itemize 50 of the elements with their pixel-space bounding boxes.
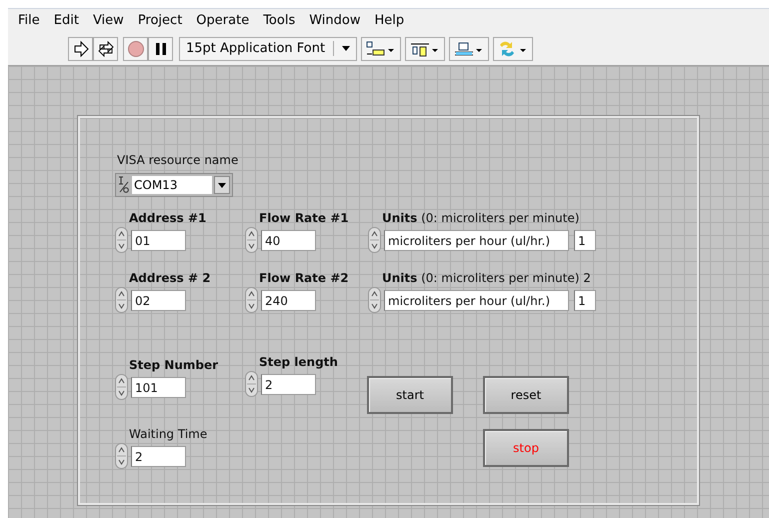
control-label: VISA resource name: [116, 153, 238, 167]
control-label: Address #1: [128, 211, 206, 225]
control-label: Units (0: microliters per minute) 2: [381, 271, 592, 285]
control-label: Address # 2: [128, 271, 211, 285]
menu-item[interactable]: Edit: [46, 13, 86, 28]
menu-item[interactable]: View: [86, 13, 131, 28]
numeric-field[interactable]: 101: [131, 376, 186, 398]
panel-button[interactable]: reset: [483, 376, 569, 414]
index-display: 1: [574, 230, 596, 250]
pause-icon[interactable]: [148, 36, 173, 60]
numeric-field[interactable]: 240: [261, 290, 316, 310]
caret-icon[interactable]: [342, 46, 350, 51]
increment-decrement-icon[interactable]: [368, 227, 381, 253]
increment-decrement-icon[interactable]: [115, 287, 128, 313]
control-label: Units (0: microliters per minute): [381, 211, 580, 225]
resize-icon[interactable]: [449, 36, 490, 60]
menu-item[interactable]: Project: [130, 13, 190, 28]
numeric-field[interactable]: 2: [131, 446, 186, 466]
increment-decrement-icon[interactable]: [245, 227, 258, 253]
control-label: Waiting Time: [128, 427, 208, 441]
run-continuously-icon[interactable]: [93, 36, 118, 60]
menu-item[interactable]: Operate: [189, 13, 256, 28]
font-dropdown[interactable]: 15pt Application Font: [179, 36, 358, 60]
numeric-field[interactable]: 40: [261, 230, 316, 250]
ring-selector[interactable]: microliters per hour (ul/hr.): [384, 230, 569, 250]
menu-item[interactable]: File: [11, 13, 47, 28]
align-icon[interactable]: [361, 36, 402, 60]
resource-dropdown[interactable]: COM13: [115, 173, 233, 197]
panel-button[interactable]: start: [367, 376, 453, 414]
control-label: Flow Rate #2: [258, 271, 349, 285]
numeric-field[interactable]: 2: [261, 374, 316, 394]
numeric-field[interactable]: 01: [131, 230, 186, 250]
distribute-icon[interactable]: [405, 36, 446, 60]
increment-decrement-icon[interactable]: [245, 371, 258, 397]
increment-decrement-icon[interactable]: [245, 287, 258, 313]
control-label: Flow Rate #1: [258, 211, 349, 225]
menu-item[interactable]: Window: [302, 13, 368, 28]
control-label: Step length: [258, 355, 338, 369]
index-display: 1: [574, 290, 596, 310]
dropdown-caret-icon[interactable]: [214, 176, 230, 194]
control-label: Step Number: [128, 358, 218, 372]
increment-decrement-icon[interactable]: [115, 443, 128, 469]
menu-item[interactable]: Tools: [256, 13, 302, 28]
increment-decrement-icon[interactable]: [115, 374, 128, 400]
menu-item[interactable]: Help: [367, 13, 412, 28]
ring-selector[interactable]: microliters per hour (ul/hr.): [384, 290, 569, 310]
increment-decrement-icon[interactable]: [115, 227, 128, 253]
numeric-field[interactable]: 02: [131, 290, 186, 310]
io-icon: [118, 176, 130, 194]
increment-decrement-icon[interactable]: [368, 287, 381, 313]
